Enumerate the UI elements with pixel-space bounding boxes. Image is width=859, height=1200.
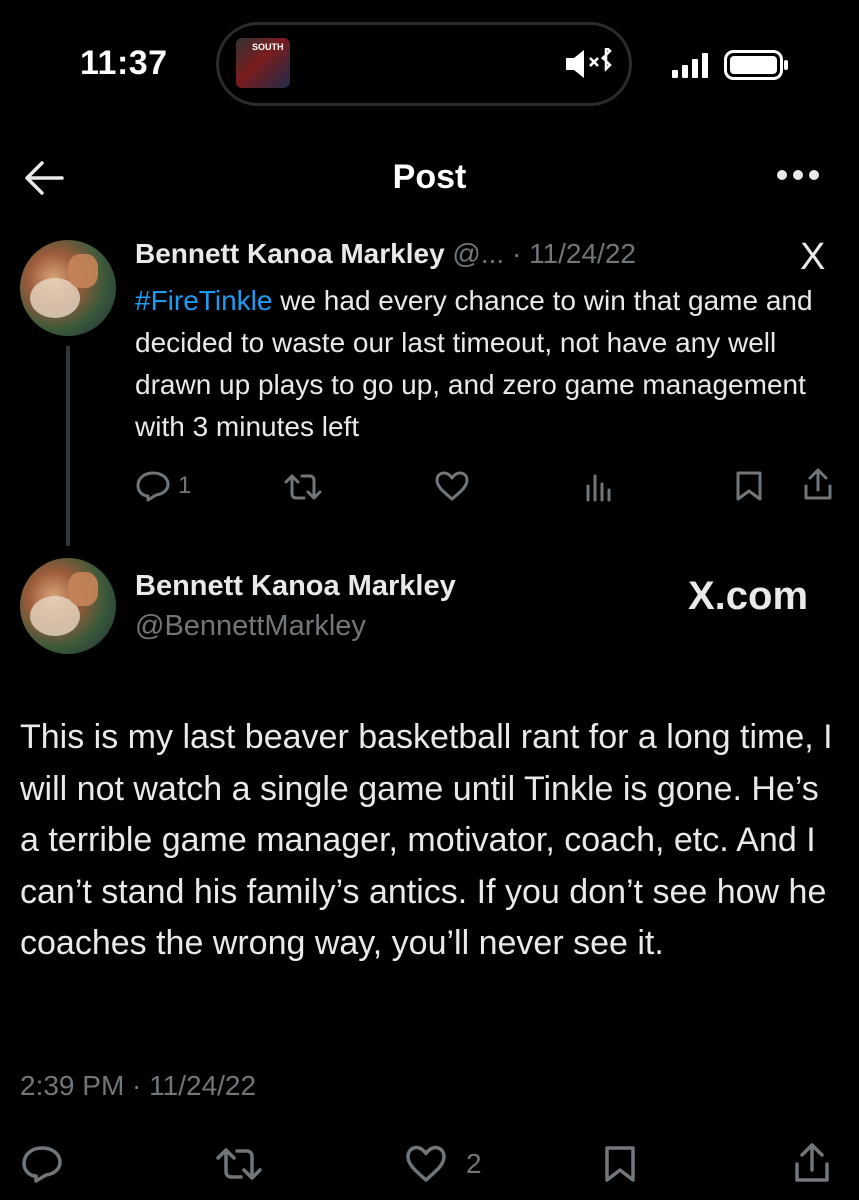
reply-icon[interactable] <box>20 1144 64 1184</box>
quoted-post-header: Bennett Kanoa Markley @... · 11/24/22 <box>135 238 636 270</box>
more-icon[interactable] <box>776 168 820 182</box>
signal-icon <box>672 53 708 78</box>
author-name[interactable]: Bennett Kanoa Markley <box>135 570 456 603</box>
hashtag-link[interactable]: #FireTinkle <box>135 285 272 316</box>
post-text: This is my last beaver basketball rant f… <box>20 718 833 962</box>
author-handle[interactable]: @BennettMarkley <box>135 610 366 643</box>
repost-icon[interactable] <box>214 1146 264 1182</box>
quoted-post-text: #FireTinkle we had every chance to win t… <box>135 280 825 448</box>
avatar[interactable] <box>20 558 116 654</box>
status-time: 11:37 <box>80 44 168 82</box>
now-playing-thumbnail[interactable]: SOUTH <box>236 38 290 88</box>
bookmark-icon[interactable] <box>734 470 764 502</box>
like-count: 2 <box>466 1148 482 1179</box>
post-meta: @... · 11/24/22 <box>452 238 636 269</box>
post-action-bar: 2 <box>0 1142 859 1186</box>
avatar[interactable] <box>20 240 116 336</box>
author-name[interactable]: Bennett Kanoa Markley <box>135 238 445 269</box>
thumb-label: SOUTH <box>252 42 284 52</box>
page-title: Post <box>392 158 467 196</box>
bookmark-icon[interactable] <box>602 1144 638 1184</box>
share-icon[interactable] <box>792 1142 832 1184</box>
battery-icon <box>724 50 788 80</box>
quoted-post-actions: 1 <box>0 466 859 506</box>
like-icon[interactable] <box>434 470 470 502</box>
reply-count: 1 <box>178 472 192 499</box>
share-icon[interactable] <box>802 468 834 502</box>
mute-bluetooth-icon <box>566 48 612 78</box>
reply-icon[interactable] <box>135 470 171 502</box>
post-timestamp[interactable]: 2:39 PM · 11/24/22 <box>20 1070 256 1102</box>
repost-icon[interactable] <box>282 472 324 502</box>
x-logo-icon: X <box>800 236 826 278</box>
watermark: X.com <box>688 574 809 618</box>
views-icon[interactable] <box>584 472 614 502</box>
like-icon[interactable] <box>404 1144 448 1184</box>
thread-connector <box>66 346 70 546</box>
